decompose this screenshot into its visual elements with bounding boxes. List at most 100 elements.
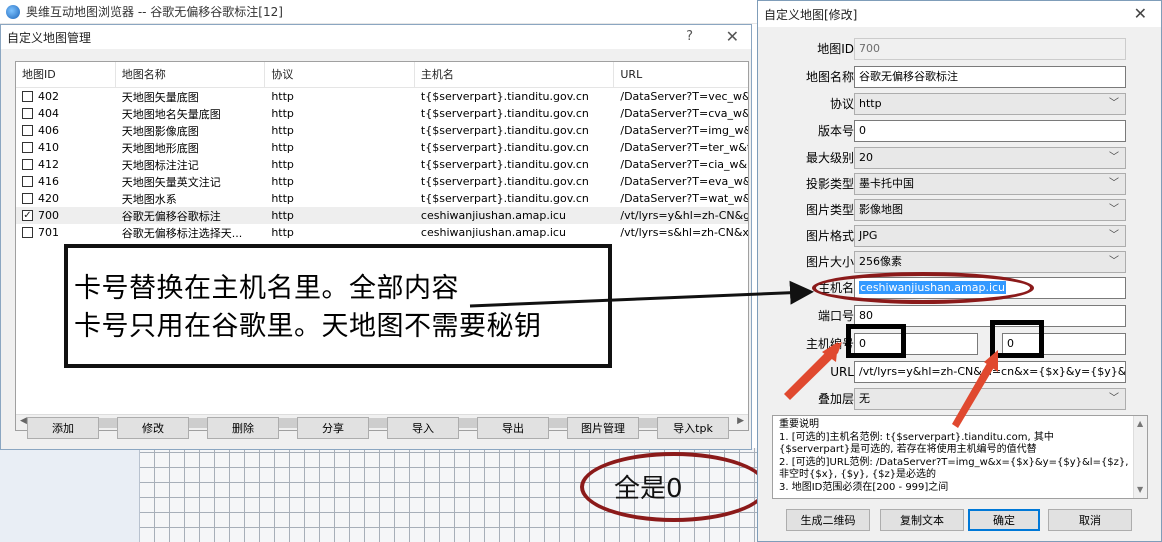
row-id: 420 [38, 192, 59, 205]
overlay-value: 无 [859, 392, 870, 405]
column-header-protocol[interactable]: 协议 [265, 62, 415, 88]
annotation-line-1: 卡号替换在主机名里。全部内容 [74, 273, 459, 304]
row-id-cell: ✓ 700 [16, 209, 116, 222]
column-header-id[interactable]: 地图ID [16, 62, 116, 88]
row-protocol: http [271, 124, 294, 137]
row-name: 天地图影像底图 [121, 124, 199, 138]
edit-titlebar: 自定义地图[修改] ✕ [758, 1, 1161, 27]
table-row[interactable]: 410 天地图地形底图 http t{$serverpart}.tianditu.go… [16, 139, 748, 156]
zero-note-label: 全是0 [614, 474, 683, 504]
column-header-url[interactable]: URL [614, 62, 748, 88]
table-row[interactable]: 416 天地图矢量英文注记 http t{$serverpart}.tianditu.… [16, 173, 748, 190]
row-checkbox[interactable]: ✓ [22, 210, 33, 221]
row-checkbox[interactable] [22, 108, 33, 119]
scroll-right-icon[interactable]: ▶ [737, 416, 744, 426]
add-button[interactable]: 添加 [27, 417, 99, 439]
row-url: /DataServer?T=cia_w& [620, 158, 748, 171]
row-id-cell: 410 [16, 141, 116, 154]
row-name: 谷歌无偏移标注选择天... [121, 226, 243, 240]
table-row[interactable]: 412 天地图标注注记 http t{$serverpart}.tianditu.go… [16, 156, 748, 173]
host-input[interactable]: ceshiwanjiushan.amap.icu [854, 277, 1126, 299]
copy-text-button[interactable]: 复制文本 [880, 509, 964, 531]
notes-line-4: 非空时{$x}, {$y}, {$z}是必选的 [779, 469, 937, 480]
row-checkbox[interactable] [22, 176, 33, 187]
table-row[interactable]: 402 天地图矢量底图 http t{$serverpart}.tianditu.go… [16, 88, 748, 105]
row-protocol: http [271, 175, 294, 188]
row-name: 天地图水系 [121, 192, 177, 206]
row-name: 天地图矢量底图 [121, 90, 199, 104]
scroll-left-icon[interactable]: ◀ [20, 416, 27, 426]
table-row[interactable]: ✓ 700 谷歌无偏移谷歌标注 http ceshiwanjiushan.amap.ic… [16, 207, 748, 224]
row-id-cell: 701 [16, 226, 116, 239]
custom-map-edit-dialog: 自定义地图[修改] ✕ 地图ID 700 地图名称 谷歌无偏移谷歌标注 协议 h… [757, 0, 1162, 542]
row-checkbox[interactable] [22, 227, 33, 238]
table-row[interactable]: 420 天地图水系 http t{$serverpart}.tianditu.gov.… [16, 190, 748, 207]
image-format-label: 图片格式 [805, 229, 854, 243]
edit-close-icon[interactable]: ✕ [1134, 4, 1147, 23]
port-label: 端口号 [817, 309, 854, 323]
version-input[interactable]: 0 [854, 120, 1126, 142]
cancel-button[interactable]: 取消 [1048, 509, 1132, 531]
import-button[interactable]: 导入 [387, 417, 459, 439]
row-checkbox[interactable] [22, 193, 33, 204]
projection-label: 投影类型 [805, 177, 854, 191]
annotation-note-box: 卡号替换在主机名里。全部内容 卡号只用在谷歌里。天地图不需要秘钥 [64, 244, 612, 368]
column-header-name[interactable]: 地图名称 [116, 62, 266, 88]
manager-title: 自定义地图管理 [7, 30, 92, 45]
import-tpk-button[interactable]: 导入tpk [657, 417, 729, 439]
image-format-value: JPG [859, 229, 878, 242]
row-id: 412 [38, 158, 59, 171]
image-manage-button[interactable]: 图片管理 [567, 417, 639, 439]
row-checkbox[interactable] [22, 125, 33, 136]
modify-button[interactable]: 修改 [117, 417, 189, 439]
protocol-select[interactable]: http ﹀ [854, 93, 1126, 115]
row-host: t{$serverpart}.tianditu.gov.cn [420, 124, 589, 137]
table-row[interactable]: 701 谷歌无偏移标注选择天... http ceshiwanjiushan.amap… [16, 224, 748, 241]
field-port: 端口号 80 [758, 305, 1162, 327]
chevron-down-icon: ﹀ [1109, 178, 1119, 189]
row-url: /vt/lyrs=y&hl=zh-CN&gl= [620, 209, 748, 222]
protocol-label: 协议 [829, 97, 854, 111]
manager-close-icon[interactable]: ✕ [726, 27, 739, 46]
column-header-host[interactable]: 主机名 [415, 62, 615, 88]
url-input[interactable]: /vt/lyrs=y&hl=zh-CN&gl=cn&x={$x}&y={$y}&… [854, 361, 1126, 383]
image-type-select[interactable]: 影像地图 ﹀ [854, 199, 1126, 221]
projection-select[interactable]: 墨卡托中国 ﹀ [854, 173, 1126, 195]
row-id: 416 [38, 175, 59, 188]
image-size-select[interactable]: 256像素 ﹀ [854, 251, 1126, 273]
image-format-select[interactable]: JPG ﹀ [854, 225, 1126, 247]
table-row[interactable]: 404 天地图地名矢量底图 http t{$serverpart}.tianditu.… [16, 105, 748, 122]
map-name-input[interactable]: 谷歌无偏移谷歌标注 [854, 66, 1126, 88]
url-label: URL [830, 365, 854, 379]
field-version: 版本号 0 [758, 120, 1162, 142]
manager-button-bar: 添加 修改 删除 分享 导入 导出 图片管理 导入tpk [27, 417, 729, 439]
host-index-end-input[interactable]: 0 [1002, 333, 1126, 355]
row-protocol: http [271, 158, 294, 171]
table-row[interactable]: 406 天地图影像底图 http t{$serverpart}.tianditu.go… [16, 122, 748, 139]
row-id: 700 [38, 209, 59, 222]
max-level-label: 最大级别 [805, 151, 854, 165]
export-button[interactable]: 导出 [477, 417, 549, 439]
row-checkbox[interactable] [22, 159, 33, 170]
row-url: /DataServer?T=ter_w&tk. [620, 141, 749, 154]
port-input[interactable]: 80 [854, 305, 1126, 327]
row-id: 404 [38, 107, 59, 120]
row-id-cell: 420 [16, 192, 116, 205]
scroll-up-icon[interactable]: ▲ [1137, 418, 1143, 431]
field-host-index: 主机编号 0 0 [758, 333, 1162, 355]
share-button[interactable]: 分享 [297, 417, 369, 439]
notes-scrollbar[interactable]: ▲ ▼ [1133, 416, 1147, 498]
projection-value: 墨卡托中国 [859, 177, 914, 190]
host-index-start-input[interactable]: 0 [854, 333, 978, 355]
row-checkbox[interactable] [22, 91, 33, 102]
delete-button[interactable]: 删除 [207, 417, 279, 439]
overlay-select[interactable]: 无 ﹀ [854, 388, 1126, 410]
row-id-cell: 416 [16, 175, 116, 188]
row-checkbox[interactable] [22, 142, 33, 153]
max-level-select[interactable]: 20 ﹀ [854, 147, 1126, 169]
generate-qr-button[interactable]: 生成二维码 [786, 509, 870, 531]
help-icon[interactable]: ? [686, 29, 693, 44]
row-name: 天地图地名矢量底图 [121, 107, 221, 121]
ok-button[interactable]: 确定 [968, 509, 1040, 531]
scroll-down-icon[interactable]: ▼ [1137, 484, 1143, 497]
